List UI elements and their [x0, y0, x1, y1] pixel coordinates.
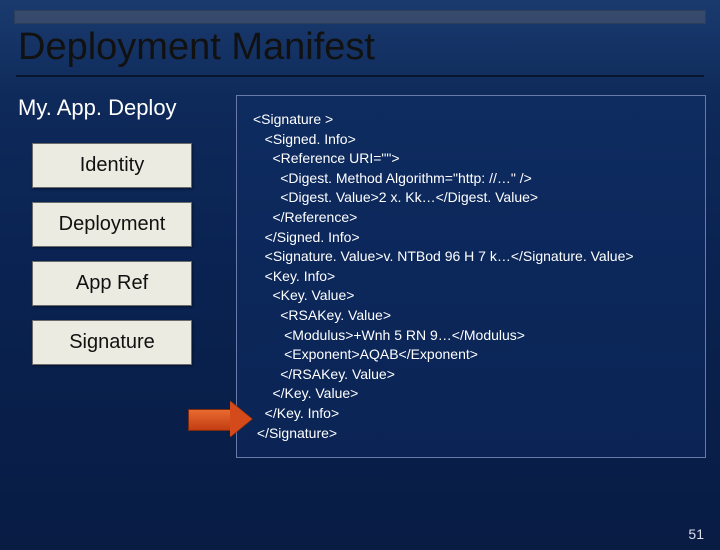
code-line: </Reference>: [253, 208, 691, 228]
code-line: <Signature >: [253, 110, 691, 130]
left-column: My. App. Deploy Identity Deployment App …: [18, 95, 218, 379]
code-line: <Key. Value>: [253, 286, 691, 306]
code-line: <Signature. Value>v. NTBod 96 H 7 k…</Si…: [253, 247, 691, 267]
manifest-name: My. App. Deploy: [18, 95, 218, 121]
box-identity: Identity: [32, 143, 192, 188]
code-line: <Key. Info>: [253, 267, 691, 287]
code-line: </Key. Info>: [253, 404, 691, 424]
box-app-ref: App Ref: [32, 261, 192, 306]
code-line: </Signature>: [253, 424, 691, 444]
code-line: <Reference URI="">: [253, 149, 691, 169]
box-signature: Signature: [32, 320, 192, 365]
xml-panel: <Signature > <Signed. Info> <Reference U…: [236, 95, 706, 458]
code-line: <Signed. Info>: [253, 130, 691, 150]
code-line: <Modulus>+Wnh 5 RN 9…</Modulus>: [253, 326, 691, 346]
content-area: My. App. Deploy Identity Deployment App …: [0, 77, 720, 458]
code-line: </RSAKey. Value>: [253, 365, 691, 385]
arrow-icon: [188, 402, 254, 436]
code-line: </Signed. Info>: [253, 228, 691, 248]
code-line: <Digest. Method Algorithm="http: //…" />: [253, 169, 691, 189]
code-line: </Key. Value>: [253, 384, 691, 404]
top-accent-bar: [14, 10, 706, 24]
code-line: <Digest. Value>2 x. Kk…</Digest. Value>: [253, 188, 691, 208]
slide-title: Deployment Manifest: [18, 26, 720, 69]
code-line: <RSAKey. Value>: [253, 306, 691, 326]
code-line: <Exponent>AQAB</Exponent>: [253, 345, 691, 365]
box-deployment: Deployment: [32, 202, 192, 247]
